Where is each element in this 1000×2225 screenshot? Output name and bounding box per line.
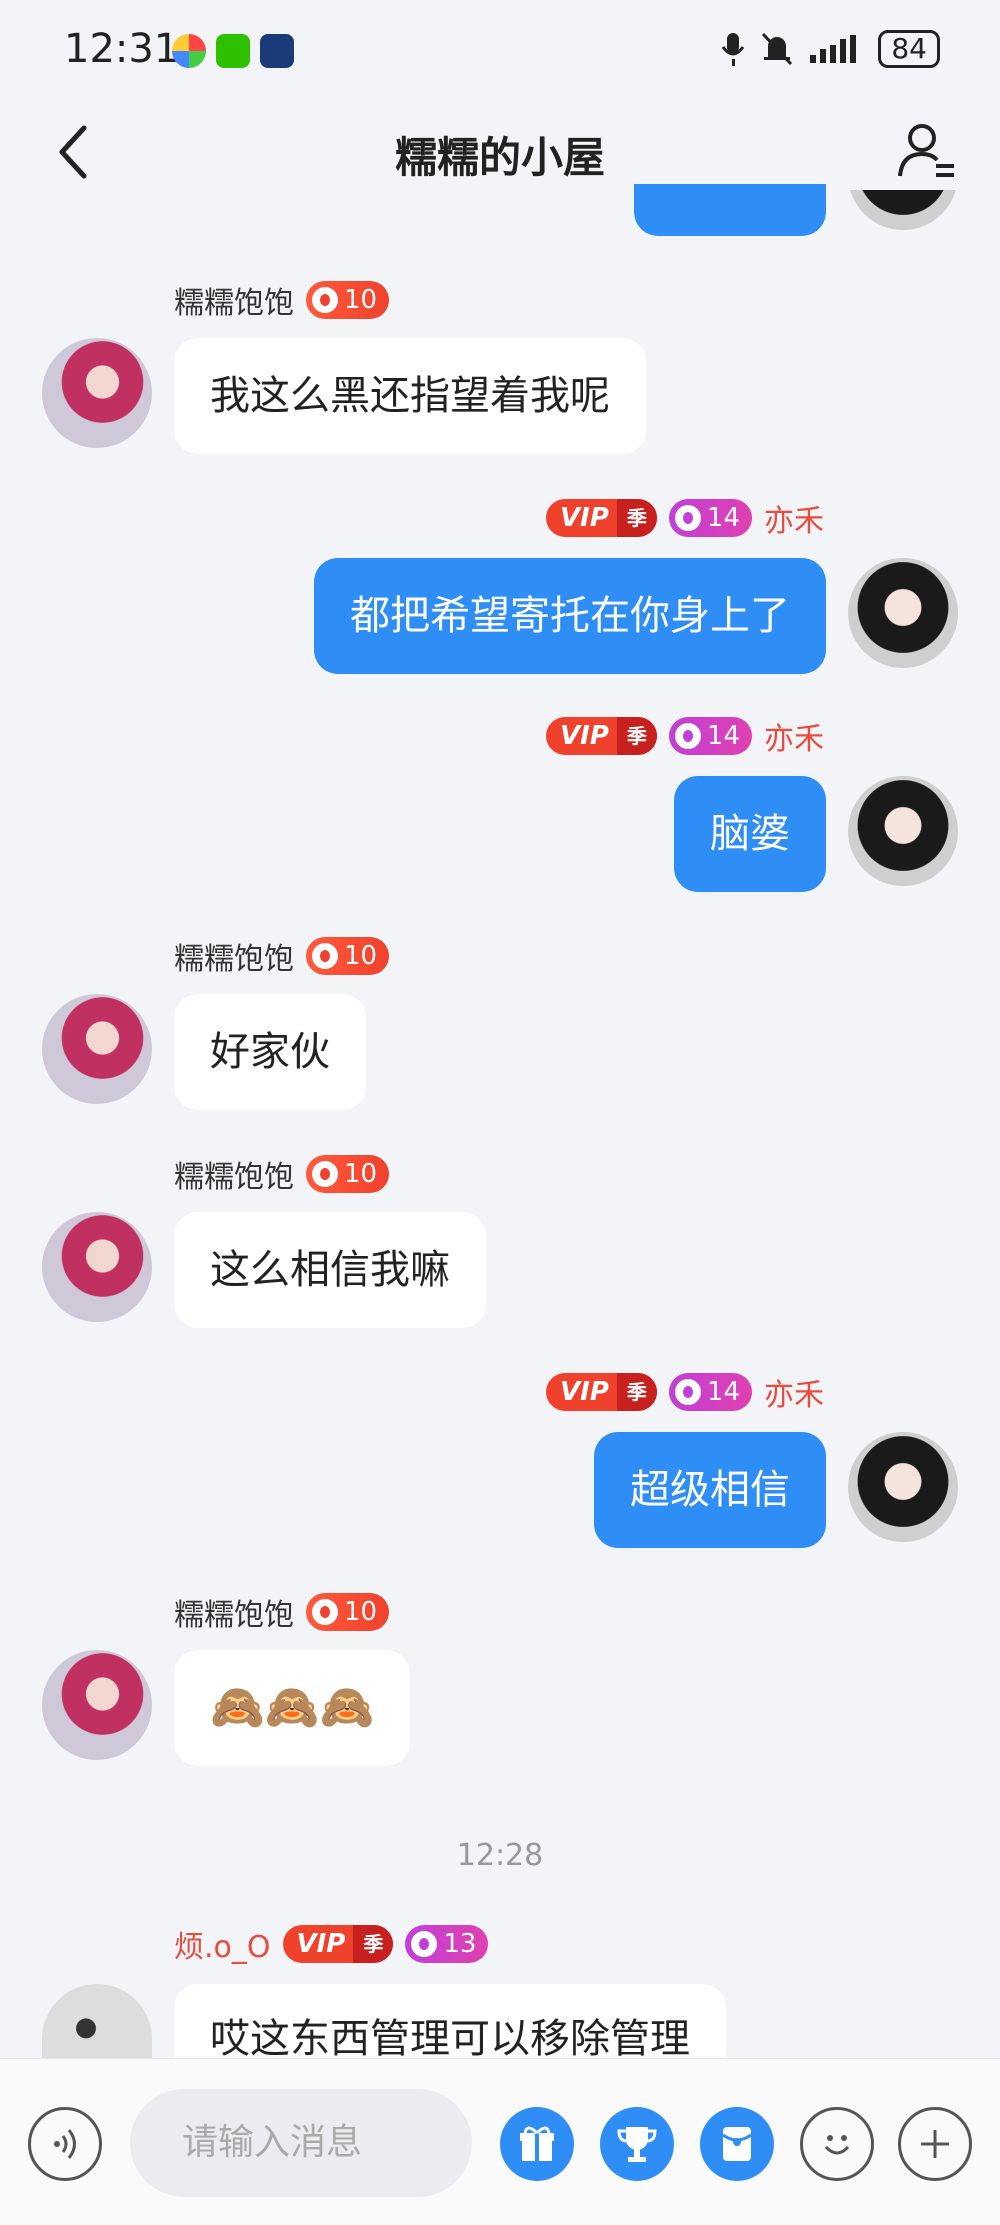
time-separator: 12:28 [456, 1838, 544, 1873]
qq-browser-icon [260, 34, 294, 68]
avatar[interactable] [42, 994, 152, 1104]
vip-badge: VIP 季 [546, 1373, 657, 1411]
sender-row: VIP 季 14 亦禾 [546, 1372, 824, 1413]
avatar[interactable] [848, 1432, 958, 1542]
app-notification-icon [172, 34, 206, 68]
signal-icon [810, 35, 857, 63]
chat-bubble-out[interactable]: 超级相信 [594, 1432, 826, 1548]
microphone-icon [722, 33, 745, 66]
message-input[interactable]: 请输入消息 [130, 2089, 472, 2197]
wechat-icon [216, 34, 250, 68]
vip-badge: VIP 季 [546, 717, 657, 755]
sender-name: 烦.o_O [174, 1930, 271, 1965]
level-badge: 10 [306, 937, 390, 975]
sender-name: 糯糯饱饱 [174, 1160, 294, 1195]
level-icon [674, 505, 701, 531]
voice-button[interactable] [28, 2107, 102, 2181]
sender-row: 糯糯饱饱 10 [174, 280, 390, 321]
vip-badge: VIP 季 [282, 1925, 394, 1963]
avatar[interactable] [42, 338, 152, 448]
input-bar: 请输入消息 [0, 2058, 1000, 2225]
sender-name: 糯糯饱饱 [174, 286, 294, 321]
level-icon [312, 1161, 338, 1187]
avatar[interactable] [848, 776, 958, 886]
sender-name: 亦禾 [764, 722, 824, 757]
battery-indicator: 84 [878, 30, 940, 68]
level-icon [312, 943, 338, 969]
chat-bubble-in[interactable]: 🙈🙈🙈 [174, 1650, 411, 1766]
level-icon [312, 1599, 338, 1625]
voice-icon [54, 2129, 76, 2159]
sender-row: 糯糯饱饱 10 [174, 936, 390, 977]
gift-button[interactable] [500, 2107, 574, 2181]
red-packet-button[interactable] [700, 2107, 774, 2181]
sender-row: 糯糯饱饱 10 [174, 1592, 390, 1633]
level-badge: 14 [668, 717, 752, 755]
level-icon [411, 1931, 438, 1957]
avatar[interactable] [848, 558, 958, 668]
chat-bubble-in[interactable]: 哎这东西管理可以移除管理 [174, 1984, 726, 2058]
chat-bubble-in[interactable]: 好家伙 [174, 994, 366, 1110]
sender-name: 糯糯饱饱 [174, 942, 294, 977]
avatar[interactable] [42, 1984, 152, 2058]
chat-bubble-in[interactable]: 这么相信我嘛 [174, 1212, 486, 1328]
trophy-icon [617, 2127, 657, 2162]
chat-bubble-in[interactable]: 我这么黑还指望着我呢 [174, 338, 646, 454]
sender-name: 亦禾 [764, 504, 824, 539]
level-badge: 14 [668, 499, 752, 537]
page-title: 糯糯的小屋 [394, 133, 605, 182]
plus-icon [921, 2130, 949, 2158]
level-badge: 10 [306, 1155, 390, 1193]
level-icon [674, 1379, 701, 1405]
level-icon [312, 287, 338, 313]
smiley-icon [824, 2135, 850, 2155]
red-packet-icon [722, 2127, 752, 2161]
sender-row: VIP 季 14 亦禾 [546, 498, 824, 539]
status-bar: 12:31 84 [0, 0, 1000, 100]
status-time: 12:31 [64, 26, 180, 72]
sender-name: 亦禾 [764, 1378, 824, 1413]
sender-row: VIP 季 14 亦禾 [546, 716, 824, 757]
trophy-button[interactable] [600, 2107, 674, 2181]
status-right: 84 [720, 30, 940, 68]
title-bar: 糯糯的小屋 [0, 100, 1000, 210]
chat-bubble-out[interactable]: 脑婆 [674, 776, 826, 892]
more-button[interactable] [898, 2107, 972, 2181]
level-badge: 10 [306, 281, 390, 319]
sender-row: 烦.o_O VIP 季 13 [174, 1924, 489, 1965]
emoji-button[interactable] [800, 2107, 874, 2181]
sender-row: 糯糯饱饱 10 [174, 1154, 390, 1195]
group-members-icon[interactable] [896, 120, 958, 182]
level-icon [674, 723, 701, 749]
sender-name: 糯糯饱饱 [174, 1598, 294, 1633]
level-badge: 13 [405, 1925, 489, 1963]
vip-badge: VIP 季 [546, 499, 657, 537]
avatar[interactable] [42, 1212, 152, 1322]
mute-bell-icon [762, 32, 793, 66]
avatar[interactable] [42, 1650, 152, 1760]
gift-icon [520, 2126, 554, 2161]
chat-bubble-out[interactable]: 都把希望寄托在你身上了 [314, 558, 826, 674]
level-badge: 14 [668, 1373, 752, 1411]
level-badge: 10 [306, 1593, 390, 1631]
